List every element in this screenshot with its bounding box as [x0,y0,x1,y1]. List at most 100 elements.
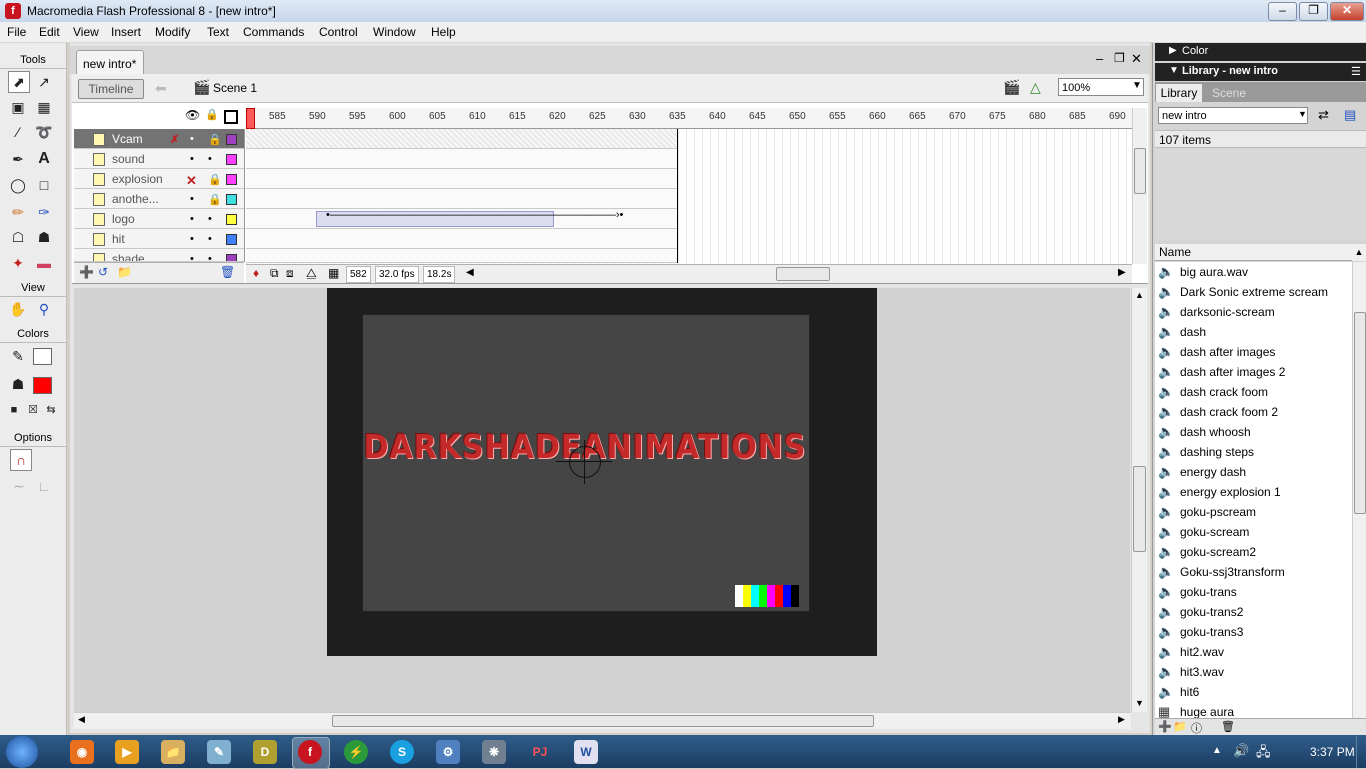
visibility-dot[interactable]: • [190,213,194,225]
frame-row-logo[interactable]: •——————————————————————————›• [246,209,678,229]
brush-tool-icon[interactable]: ✑ [33,201,55,223]
outline-color-box[interactable] [226,194,237,205]
minimize-button[interactable]: – [1268,2,1297,21]
rectangle-tool-icon[interactable]: □ [33,174,55,196]
stage-hscroll-thumb[interactable] [332,715,874,727]
menu-insert[interactable]: Insert [111,25,141,39]
menu-view[interactable]: View [73,25,99,39]
chevron-down-icon[interactable]: ▼ [1298,109,1307,119]
word-icon[interactable]: W [574,740,598,764]
color-panel-header[interactable]: ▶ Color [1155,43,1366,61]
oval-tool-icon[interactable]: ◯ [7,174,29,196]
onion-skin-icon[interactable]: ⧉ [270,266,279,281]
frame-rate-field[interactable]: 32.0 fps [375,266,419,283]
fill-transform-tool-icon[interactable]: ▦ [33,96,55,118]
tab-scene[interactable]: Scene [1206,84,1252,102]
outline-all-icon[interactable] [224,110,238,124]
show-hidden-icons-icon[interactable]: ▲ [1212,745,1222,756]
properties-icon[interactable]: ⓘ [1191,720,1202,736]
settings-icon[interactable]: ⚙ [436,740,460,764]
back-arrow-icon[interactable]: ⬅ [155,80,167,97]
show-hide-eye-icon[interactable]: 👁 [185,108,200,122]
restore-button[interactable]: ❐ [1299,2,1328,21]
winamp-icon[interactable]: ⚡ [344,740,368,764]
firefox-icon[interactable]: ◉ [70,740,94,764]
show-desktop-button[interactable] [1356,736,1366,768]
pj-icon[interactable]: PJ [528,740,552,764]
list-item[interactable]: 🔈 dash after images [1155,342,1352,362]
list-item[interactable]: 🔈 Goku-ssj3transform [1155,562,1352,582]
frame-row-shade[interactable] [246,249,678,263]
stage-hscroll[interactable]: ◀ ▶ [74,712,1131,729]
visibility-dot[interactable]: • [190,233,194,245]
volume-icon[interactable]: 🔊 [1233,743,1249,759]
dreamweaver-icon[interactable]: D [253,740,277,764]
snap-magnet-icon[interactable]: ∩ [10,449,32,471]
outline-color-box[interactable] [226,214,237,225]
frame-row-another[interactable] [246,189,678,209]
hidden-x-icon[interactable]: ✕ [186,173,197,189]
list-item[interactable]: 🔈 big aura.wav [1155,262,1352,282]
delete-item-icon[interactable]: 🗑 [1221,720,1235,733]
new-symbol-icon[interactable]: ➕ [1158,720,1172,733]
timeline-hscroll-thumb[interactable] [776,267,830,281]
list-item[interactable]: 🔈 goku-trans [1155,582,1352,602]
media-player-icon[interactable]: ▶ [115,740,139,764]
edit-scene-icon[interactable]: 🎬 [1003,79,1020,96]
pen-tool-icon[interactable]: ✒ [7,148,29,170]
color-bars[interactable] [735,585,801,607]
lock-icon[interactable]: 🔒 [208,193,222,206]
skype-icon[interactable]: S [390,740,414,764]
menu-control[interactable]: Control [319,25,358,39]
list-item[interactable]: 🔈 dash whoosh [1155,422,1352,442]
edit-symbols-icon[interactable]: △ [1030,79,1041,96]
layer-row[interactable]: explosion ✕ 🔒 [74,169,244,189]
hidden-x-icon[interactable]: ✗ [170,133,179,146]
menu-window[interactable]: Window [373,25,416,39]
insert-folder-icon[interactable]: 📁 [117,265,132,279]
list-item[interactable]: 🔈 goku-trans3 [1155,622,1352,642]
list-item[interactable]: 🔈 dash crack foom [1155,382,1352,402]
add-motion-guide-icon[interactable]: ↺ [98,265,108,279]
network-icon[interactable]: 🖧 [1256,743,1271,765]
menu-commands[interactable]: Commands [243,25,304,39]
center-frame-icon[interactable]: ♦ [253,266,259,280]
list-item[interactable]: 🔈 Dark Sonic extreme scream [1155,282,1352,302]
list-item[interactable]: 🔈 hit3.wav [1155,662,1352,682]
modify-onion-markers-icon[interactable]: ▦ [328,266,339,280]
playhead[interactable] [246,108,255,129]
menu-modify[interactable]: Modify [155,25,190,39]
layer-row[interactable]: anothe... • 🔒 [74,189,244,209]
timeline-vscroll-thumb[interactable] [1134,148,1146,194]
free-transform-tool-icon[interactable]: ▣ [7,96,29,118]
new-folder-icon[interactable]: 📁 [1173,720,1187,733]
library-vscroll-thumb[interactable] [1354,312,1366,514]
text-tool-icon[interactable]: A [33,148,55,170]
outline-color-box[interactable] [226,134,237,145]
list-item[interactable]: 🔈 dash crack foom 2 [1155,402,1352,422]
scroll-left-icon[interactable]: ◀ [466,267,474,278]
lock-dot[interactable]: • [208,233,212,245]
visibility-dot[interactable]: • [190,153,194,165]
start-button[interactable] [6,736,38,768]
visibility-dot[interactable]: • [190,193,194,205]
lock-all-icon[interactable]: 🔒 [205,108,219,121]
tab-library[interactable]: Library [1156,84,1202,102]
pin-library-icon[interactable]: ⇄ [1318,107,1329,123]
fill-color-icon[interactable]: ☗ [7,373,29,395]
bitcomet-icon[interactable]: ❋ [482,740,506,764]
outline-color-box[interactable] [226,154,237,165]
lock-dot[interactable]: • [208,213,212,225]
list-item[interactable]: 🔈 darksonic-scream [1155,302,1352,322]
lock-dot[interactable]: • [208,253,212,261]
library-document-select[interactable]: new intro [1158,107,1308,124]
list-item[interactable]: 🔈 dashing steps [1155,442,1352,462]
doc-restore-icon[interactable]: ❐ [1114,51,1125,65]
menu-help[interactable]: Help [431,25,456,39]
straighten-icon[interactable]: ∟ [33,475,55,497]
ink-bottle-tool-icon[interactable]: ☖ [7,226,29,248]
vcam-crosshair[interactable] [569,446,601,478]
list-item[interactable]: ▦ huge aura [1155,702,1352,718]
frame-row-hit[interactable] [246,229,678,249]
scroll-down-icon[interactable]: ▼ [1135,698,1144,708]
